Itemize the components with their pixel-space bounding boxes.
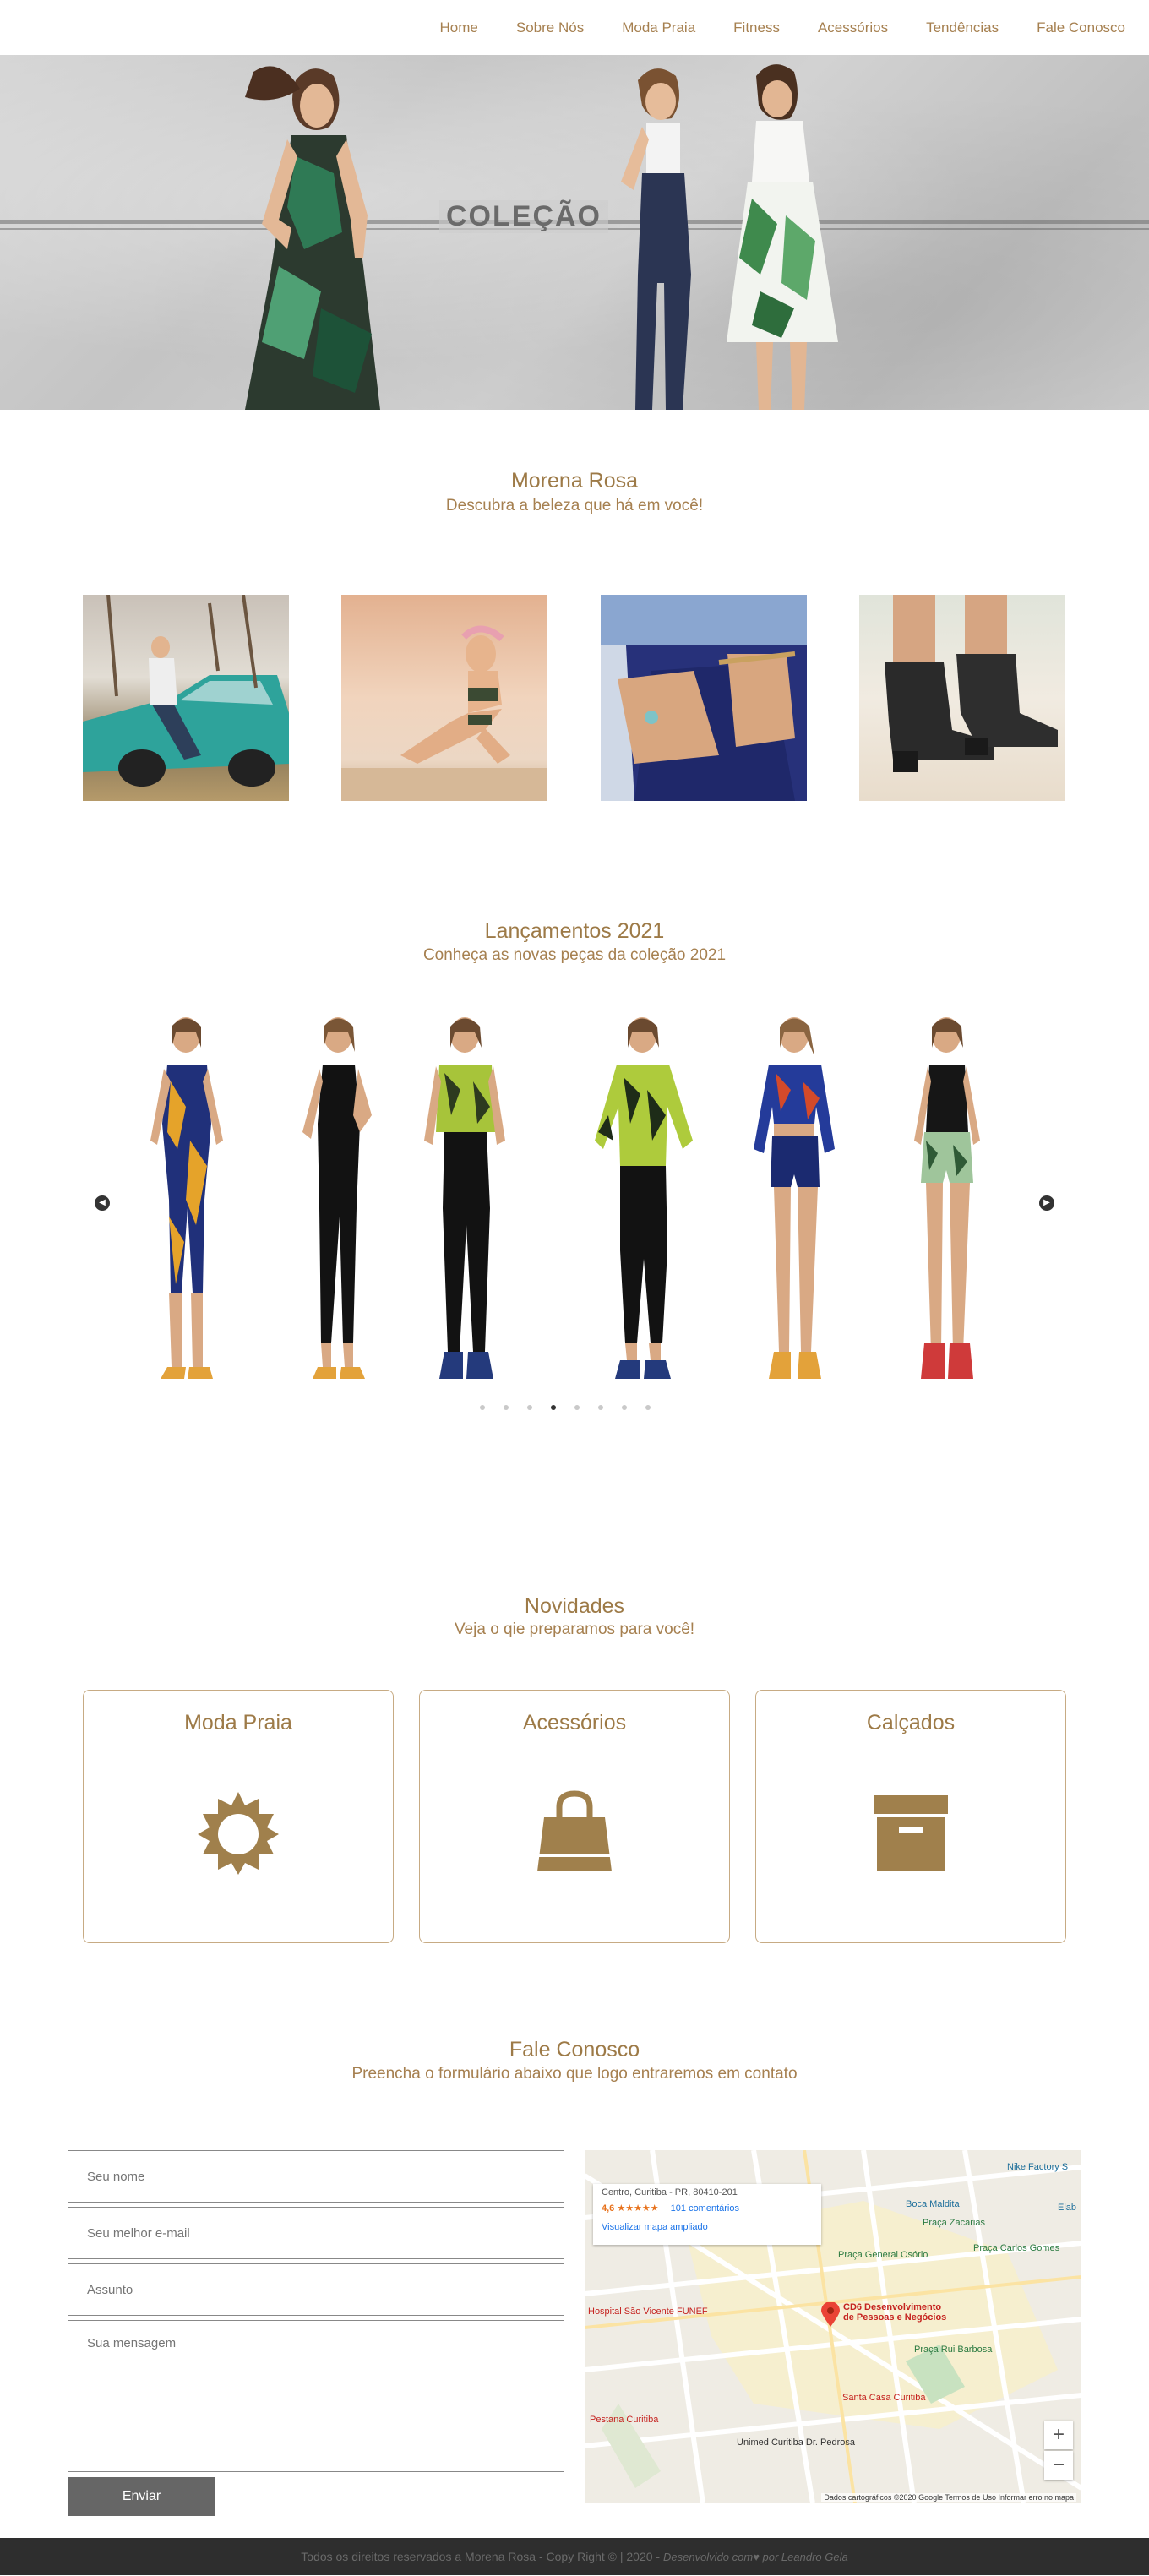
google-map[interactable]: Centro, Curitiba - PR, 80410-201 4,6 ★★★… — [585, 2150, 1081, 2503]
gallery-image-beach[interactable] — [341, 595, 547, 801]
carousel-product-image[interactable] — [591, 1014, 718, 1394]
carousel-product-image[interactable] — [414, 1014, 541, 1394]
map-place-label: Nike Factory S — [1007, 2162, 1069, 2172]
carousel-dot[interactable] — [574, 1405, 580, 1410]
map-place-label: Unimed Curitiba Dr. Pedrosa — [737, 2437, 856, 2448]
nav-home[interactable]: Home — [440, 19, 478, 36]
map-place-label: Praça Carlos Gomes — [973, 2243, 1060, 2253]
hero-banner: COLEÇÃO — [0, 55, 1149, 410]
map-place-label: Praça Rui Barbosa — [914, 2345, 993, 2355]
submit-button[interactable]: Enviar — [68, 2477, 215, 2516]
category-card-calcados[interactable]: Calçados — [755, 1690, 1066, 1943]
nav-fitness[interactable]: Fitness — [733, 19, 780, 36]
carousel-dot[interactable] — [622, 1405, 627, 1410]
map-place-label: Praça Zacarias — [923, 2218, 985, 2228]
hero-title: COLEÇÃO — [439, 200, 608, 233]
site-footer: Todos os direitos reservados a Morena Ro… — [0, 2538, 1149, 2575]
category-card-moda-praia[interactable]: Moda Praia — [83, 1690, 394, 1943]
map-rating: 4,6 ★★★★★ 101 comentários — [602, 2203, 739, 2214]
intro-subtitle: Descubra a beleza que há em você! — [445, 497, 704, 515]
carousel-product-image[interactable] — [896, 1014, 1022, 1394]
carousel-product-image[interactable] — [135, 1014, 262, 1394]
nav-sobre-nos[interactable]: Sobre Nós — [516, 19, 584, 36]
map-address: Centro, Curitiba - PR, 80410-201 — [602, 2187, 738, 2197]
category-card-title: Calçados — [866, 1711, 956, 1735]
hero-models-image — [621, 64, 838, 410]
carousel-dot[interactable] — [527, 1405, 532, 1410]
map-place-label: Santa Casa Curitiba — [842, 2393, 926, 2403]
map-place-label: Praça General Osório — [838, 2250, 928, 2260]
launches-subtitle: Conheça as novas peças da coleção 2021 — [422, 946, 727, 964]
carousel-dot[interactable] — [645, 1405, 651, 1410]
launches-title: Lançamentos 2021 — [484, 919, 665, 943]
box-icon — [874, 1795, 948, 1871]
nav-tendencias[interactable]: Tendências — [926, 19, 999, 36]
carousel-dots — [480, 1405, 651, 1410]
carousel-dot[interactable] — [598, 1405, 603, 1410]
gallery-image-car[interactable] — [83, 595, 289, 801]
category-card-title: Moda Praia — [184, 1711, 292, 1735]
nav-moda-praia[interactable]: Moda Praia — [622, 19, 695, 36]
map-attribution: Dados cartográficos ©2020 Google Termos … — [821, 2493, 1076, 2502]
name-field[interactable] — [68, 2150, 564, 2203]
carousel-prev-button[interactable]: ◀ — [95, 1195, 110, 1211]
category-card-title: Acessórios — [522, 1711, 627, 1735]
email-field[interactable] — [68, 2207, 564, 2259]
contact-subtitle: Preencha o formulário abaixo que logo en… — [351, 2065, 798, 2083]
map-place-label: Hospital São Vicente FUNEF — [588, 2306, 708, 2317]
footer-developer-credit[interactable]: Desenvolvido com♥ por Leandro Gela — [663, 2551, 848, 2563]
carousel-product-image[interactable] — [743, 1014, 870, 1394]
hero-model-image — [245, 66, 380, 410]
map-marker-icon[interactable] — [821, 2302, 840, 2328]
gallery-image-handbag[interactable] — [601, 595, 807, 801]
map-place-label: Boca Maldita — [906, 2199, 960, 2209]
carousel-product-image[interactable] — [287, 1014, 414, 1394]
message-field[interactable] — [68, 2320, 564, 2472]
footer-copyright: Todos os direitos reservados a Morena Ro… — [301, 2550, 661, 2563]
carousel-dot[interactable] — [480, 1405, 485, 1410]
top-nav: Home Sobre Nós Moda Praia Fitness Acessó… — [0, 0, 1149, 55]
intro-title: Morena Rosa — [510, 469, 639, 493]
nav-acessorios[interactable]: Acessórios — [818, 19, 888, 36]
map-info-card: Centro, Curitiba - PR, 80410-201 4,6 ★★★… — [593, 2184, 821, 2245]
news-title: Novidades — [524, 1594, 625, 1618]
map-zoom-in-button[interactable]: + — [1044, 2421, 1073, 2449]
carousel-next-button[interactable]: ▶ — [1039, 1195, 1054, 1211]
gallery-image-boots[interactable] — [859, 595, 1065, 801]
map-zoom-out-button[interactable]: − — [1044, 2451, 1073, 2480]
map-place-label: Pestana Curitiba — [590, 2415, 659, 2425]
category-card-acessorios[interactable]: Acessórios — [419, 1690, 730, 1943]
nav-fale-conosco[interactable]: Fale Conosco — [1037, 19, 1125, 36]
carousel-dot[interactable] — [504, 1405, 509, 1410]
map-place-label: Elab — [1058, 2203, 1077, 2213]
map-enlarge-link[interactable]: Visualizar mapa ampliado — [602, 2222, 813, 2232]
shopping-bag-icon — [537, 1790, 612, 1871]
sun-icon — [198, 1792, 279, 1875]
subject-field[interactable] — [68, 2263, 564, 2316]
map-marker-label: CD6 Desenvolvimento de Pessoas e Negócio… — [843, 2302, 947, 2323]
carousel-dot-active[interactable] — [551, 1405, 556, 1410]
contact-title: Fale Conosco — [509, 2038, 640, 2061]
news-subtitle: Veja o qie preparamos para você! — [454, 1620, 695, 1638]
map-reviews-link[interactable]: 101 comentários — [671, 2203, 739, 2214]
